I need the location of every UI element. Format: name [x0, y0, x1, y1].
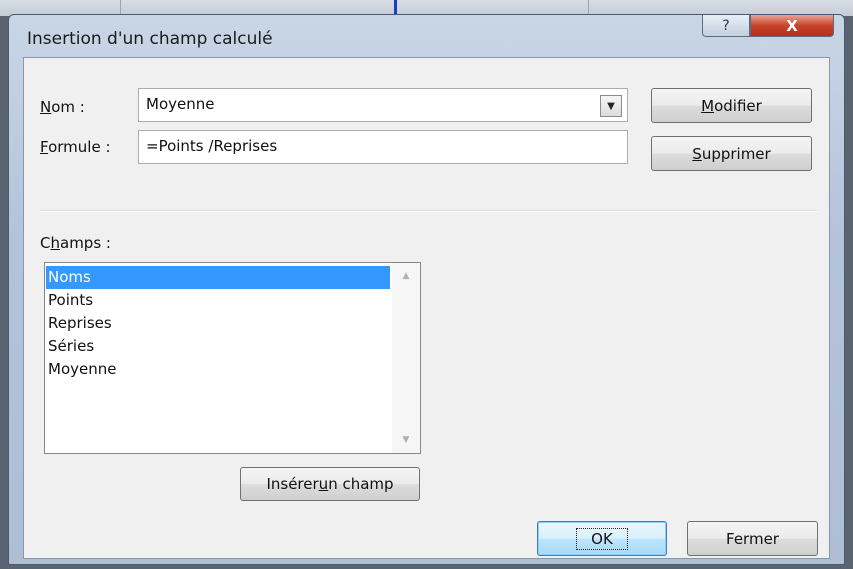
- dialog-title: Insertion d'un champ calculé: [27, 29, 273, 49]
- ok-button[interactable]: OK: [537, 521, 667, 556]
- list-item[interactable]: Noms: [46, 266, 390, 289]
- chevron-down-icon: ▼: [607, 100, 615, 112]
- calculated-field-dialog: Insertion d'un champ calculé ? X Nom : M…: [8, 14, 845, 565]
- help-button[interactable]: ?: [702, 15, 750, 37]
- list-item[interactable]: Moyenne: [46, 358, 390, 381]
- list-item[interactable]: Reprises: [46, 312, 390, 335]
- modifier-button[interactable]: Modifier: [651, 88, 812, 123]
- close-button[interactable]: X: [750, 15, 834, 37]
- list-item[interactable]: Points: [46, 289, 390, 312]
- help-icon: ?: [722, 17, 730, 34]
- formule-value: =Points /Reprises: [146, 137, 278, 155]
- fermer-button[interactable]: Fermer: [687, 521, 818, 556]
- supprimer-button[interactable]: Supprimer: [651, 136, 812, 171]
- arrow-up-icon: ▲: [402, 271, 410, 281]
- scroll-up-button[interactable]: ▲: [392, 265, 420, 287]
- champs-listbox[interactable]: Noms Points Reprises Séries Moyenne ▲ ▼: [44, 262, 421, 454]
- nom-combobox[interactable]: Moyenne: [138, 88, 628, 122]
- arrow-down-icon: ▼: [402, 435, 410, 445]
- champs-label: Champs :: [40, 234, 111, 252]
- nom-dropdown-button[interactable]: ▼: [600, 95, 622, 117]
- formule-input[interactable]: =Points /Reprises: [138, 130, 628, 164]
- formule-label: Formule :: [40, 138, 111, 156]
- nom-value: Moyenne: [146, 95, 215, 113]
- inserer-champ-button[interactable]: Insérer un champ: [240, 467, 420, 501]
- dialog-content: Nom : Moyenne ▼ Formule : =Points /Repri…: [23, 57, 830, 559]
- list-scrollbar[interactable]: ▲ ▼: [392, 263, 420, 453]
- separator: [40, 210, 817, 212]
- close-icon: X: [786, 16, 798, 35]
- list-item[interactable]: Séries: [46, 335, 390, 358]
- champs-list: Noms Points Reprises Séries Moyenne: [46, 266, 390, 381]
- nom-label: Nom :: [40, 98, 85, 116]
- scroll-down-button[interactable]: ▼: [392, 429, 420, 451]
- title-bar[interactable]: Insertion d'un champ calculé ? X: [9, 15, 844, 59]
